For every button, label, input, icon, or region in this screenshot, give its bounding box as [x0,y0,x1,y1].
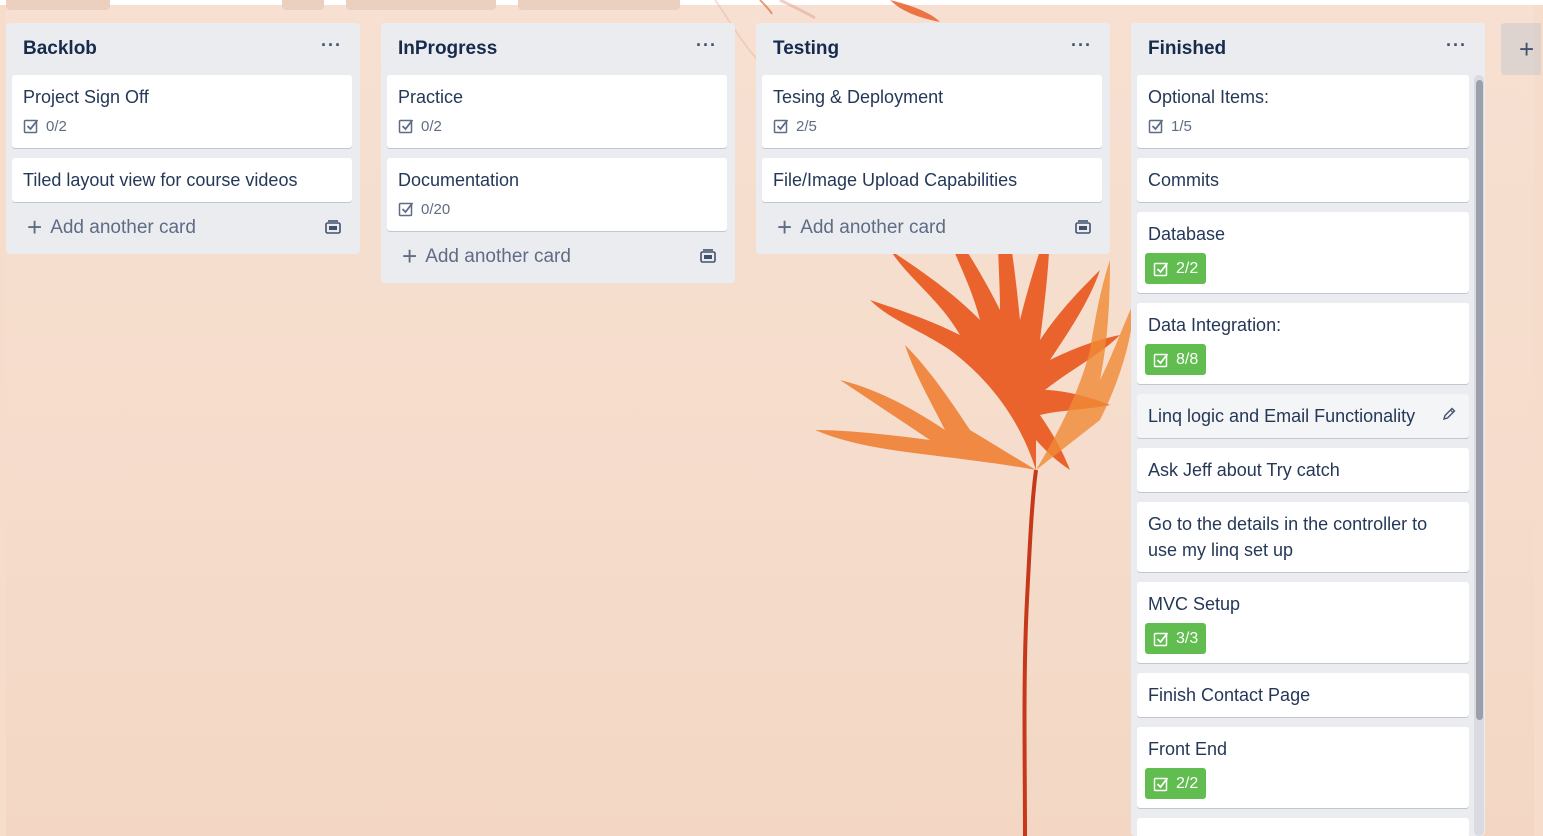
list-header[interactable]: Testing ··· [762,23,1102,75]
card[interactable]: Tiled layout view for course videos [12,158,352,202]
checklist-badge: 2/5 [773,116,817,136]
header-chip[interactable] [346,0,496,10]
list-cards: Optional Items: 1/5 Commits Database 2/2… [1137,75,1477,836]
add-card-button[interactable]: + Add another card [777,211,946,242]
card-title: Commits [1148,170,1219,190]
list-title[interactable]: Finished [1148,38,1226,60]
add-list-button[interactable]: + [1501,23,1541,75]
card-title: Practice [398,87,464,107]
list-title[interactable]: Backlob [23,38,97,60]
add-card-label: Add another card [425,246,571,267]
header-chip[interactable] [282,0,324,10]
card-title: Tiled layout view for course videos [23,170,298,190]
card[interactable]: Documentation 0/20 [387,158,727,231]
card-title: File/Image Upload Capabilities [773,170,1018,190]
card[interactable]: Practice 0/2 [387,75,727,148]
checklist-icon [398,119,414,134]
card[interactable]: File/Image Upload Capabilities [762,158,1102,202]
plus-icon: + [777,211,793,242]
card[interactable]: MVC Setup 3/3 [1137,582,1469,663]
checklist-badge-complete: 2/2 [1145,253,1207,284]
list-backlob: Backlob ··· Project Sign Off 0/2 Tiled l… [6,23,360,254]
plus-icon: + [27,211,43,242]
add-card-row: + Add another card [12,202,352,254]
checklist-count: 1/5 [1171,117,1192,135]
checklist-icon [773,119,789,134]
add-card-button[interactable]: + Add another card [27,211,196,242]
checklist-count: 0/2 [46,117,67,135]
card-title: Data Integration: [1148,315,1282,335]
plus-icon: + [402,240,418,271]
add-card-label: Add another card [50,217,196,238]
checklist-icon [398,202,414,217]
card[interactable]: Commits [1137,158,1469,202]
checklist-count: 8/8 [1176,350,1199,368]
checklist-count: 2/2 [1176,774,1199,792]
add-card-button[interactable]: + Add another card [402,240,571,271]
checklist-count: 0/20 [421,200,451,218]
list-testing: Testing ··· Tesing & Deployment 2/5 File… [756,23,1110,254]
add-card-row: + Add another card [387,231,727,283]
list-menu-button[interactable]: ··· [1071,35,1092,56]
checklist-count: 0/2 [421,117,442,135]
checklist-icon [1153,352,1169,367]
checklist-badge: 0/20 [398,199,450,219]
list-header[interactable]: Finished ··· [1137,23,1477,75]
card-title: Documentation [398,170,520,190]
header-chip[interactable] [6,0,110,10]
list-inprogress: InProgress ··· Practice 0/2 Documentatio… [381,23,735,283]
card-title: Linq logic and Email Functionality [1148,406,1416,426]
card[interactable]: Finish Contact Page [1137,673,1469,717]
card-hovered[interactable]: Linq logic and Email Functionality [1137,394,1469,438]
checklist-icon [23,119,39,134]
add-card-row: + Add another card [762,202,1102,254]
pencil-edit-icon[interactable] [1441,406,1457,422]
card[interactable]: Data Integration: 8/8 [1137,303,1469,384]
card-title: Optional Items: [1148,87,1270,107]
card-template-icon[interactable] [699,248,717,266]
card-title: Tesing & Deployment [773,87,944,107]
list-header[interactable]: Backlob ··· [12,23,352,75]
card[interactable]: Front End 2/2 [1137,727,1469,808]
card-title: Ask Jeff about Try catch [1148,460,1340,480]
checklist-count: 2/5 [796,117,817,135]
card[interactable]: Project Sign Off 0/2 [12,75,352,148]
list-menu-button[interactable]: ··· [321,35,342,56]
add-card-label: Add another card [800,217,946,238]
card-partial[interactable] [1137,818,1469,836]
card-template-icon[interactable] [324,219,342,237]
checklist-icon [1153,261,1169,276]
list-title[interactable]: InProgress [398,38,497,60]
card-title: MVC Setup [1148,594,1241,614]
card-template-icon[interactable] [1074,219,1092,237]
card[interactable]: Optional Items: 1/5 [1137,75,1469,148]
card-title: Go to the details in the controller to u… [1148,514,1428,560]
checklist-count: 2/2 [1176,259,1199,277]
list-finished: Finished ··· Optional Items: 1/5 Commits… [1131,23,1485,836]
checklist-badge: 0/2 [23,116,67,136]
checklist-badge-complete: 2/2 [1145,768,1207,799]
card-title: Project Sign Off [23,87,149,107]
list-menu-button[interactable]: ··· [1446,35,1467,56]
checklist-icon [1153,631,1169,646]
checklist-count: 3/3 [1176,629,1199,647]
checklist-badge-complete: 8/8 [1145,344,1207,375]
card[interactable]: Tesing & Deployment 2/5 [762,75,1102,148]
card-title: Finish Contact Page [1148,685,1311,705]
list-menu-button[interactable]: ··· [696,35,717,56]
card-title: Database [1148,224,1226,244]
checklist-badge: 1/5 [1148,116,1192,136]
list-header[interactable]: InProgress ··· [387,23,727,75]
card-title: Front End [1148,739,1228,759]
checklist-icon [1153,776,1169,791]
card[interactable]: Ask Jeff about Try catch [1137,448,1469,492]
card[interactable]: Go to the details in the controller to u… [1137,502,1469,572]
list-title[interactable]: Testing [773,38,839,60]
card[interactable]: Database 2/2 [1137,212,1469,293]
list-scrollbar-thumb[interactable] [1476,80,1483,720]
add-list-label: + [1519,33,1535,64]
checklist-badge: 0/2 [398,116,442,136]
checklist-badge-complete: 3/3 [1145,623,1207,654]
checklist-icon [1148,119,1164,134]
